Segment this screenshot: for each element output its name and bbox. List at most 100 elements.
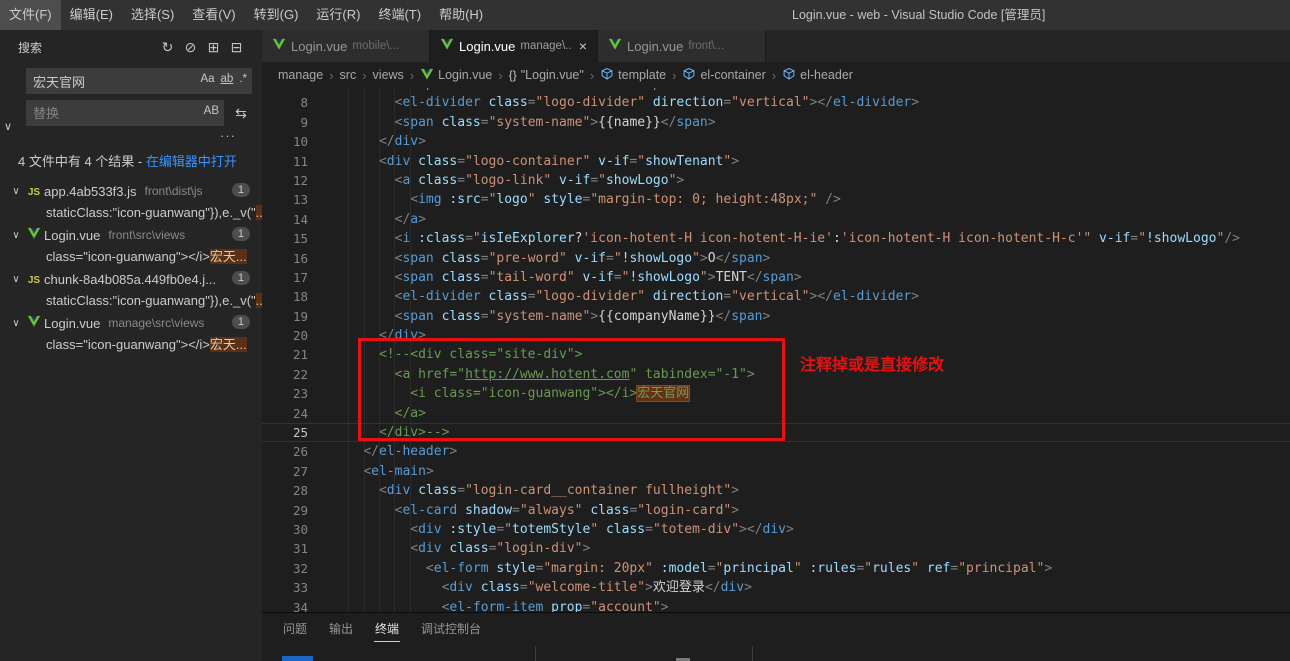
code-line-34[interactable]: 34 <el-form-item prop="account"> xyxy=(262,598,1290,612)
replace-all-icon[interactable]: ⇆ xyxy=(230,105,252,122)
regex-icon[interactable]: .* xyxy=(239,73,247,85)
result-file-row[interactable]: ∨JSapp.4ab533f3.jsfront\dist\js1 xyxy=(0,180,262,202)
code-line-12[interactable]: 12 <a class="logo-link" v-if="showLogo"> xyxy=(262,171,1290,190)
result-match-row[interactable]: staticClass:"icon-guanwang"}),e._v("... xyxy=(0,290,262,312)
panel-tab-bar: 问题输出终端调试控制台 xyxy=(262,613,1290,642)
indent-guide xyxy=(364,88,365,612)
result-file-row[interactable]: ∨JSchunk-8a4b085a.449fb0e4.j...1 xyxy=(0,268,262,290)
result-file-name: app.4ab533f3.js xyxy=(44,184,137,199)
menu-item-6[interactable]: 终端(T) xyxy=(369,0,430,30)
vue-icon xyxy=(420,67,434,84)
breadcrumb-item-2[interactable]: views xyxy=(373,68,404,82)
code-line-8[interactable]: 8 <el-divider class="logo-divider" direc… xyxy=(262,93,1290,112)
code-line-28[interactable]: 28 <div class="login-card__container ful… xyxy=(262,481,1290,500)
breadcrumb-item-4[interactable]: {}"Login.vue" xyxy=(509,68,584,82)
more-actions-icon[interactable]: ··· xyxy=(26,126,252,143)
code-line-15[interactable]: 15 <i :class="isIeExplorer?'icon-hotent-… xyxy=(262,229,1290,248)
code-line-25[interactable]: 25 </div>--> xyxy=(262,423,1290,442)
result-match-row[interactable]: class="icon-guanwang"></i>宏天... xyxy=(0,246,262,268)
menu-item-3[interactable]: 查看(V) xyxy=(183,0,244,30)
result-count-badge: 1 xyxy=(232,315,250,329)
result-match-row[interactable]: staticClass:"icon-guanwang"}),e._v("... xyxy=(0,202,262,224)
breadcrumb-item-0[interactable]: manage xyxy=(278,68,323,82)
tab-title: Login.vue xyxy=(291,39,347,54)
breadcrumb-item-5[interactable]: template xyxy=(600,67,666,84)
preserve-case-icon[interactable]: AB xyxy=(204,105,219,117)
terminal-blue-block xyxy=(282,656,313,661)
code-line-20[interactable]: 20 </div> xyxy=(262,326,1290,345)
open-new-search-editor-icon[interactable]: ⊞ xyxy=(202,39,225,56)
menu-item-1[interactable]: 编辑(E) xyxy=(61,0,122,30)
menu-item-4[interactable]: 转到(G) xyxy=(245,0,308,30)
editor-tab-2[interactable]: Login.vuefront\... xyxy=(598,30,766,62)
menu-item-5[interactable]: 运行(R) xyxy=(307,0,369,30)
vue-icon xyxy=(440,37,454,56)
match-case-icon[interactable]: Aa xyxy=(200,73,214,85)
menu-item-2[interactable]: 选择(S) xyxy=(122,0,183,30)
breadcrumb-item-6[interactable]: el-container xyxy=(682,67,765,84)
line-number: 20 xyxy=(262,326,308,345)
code-line-22[interactable]: 22 <a href="http://www.hotent.com" tabin… xyxy=(262,365,1290,384)
chevron-down-icon[interactable]: ∨ xyxy=(8,186,24,197)
result-file-row[interactable]: ∨Login.vuefront\src\views1 xyxy=(0,224,262,246)
line-number: 22 xyxy=(262,365,308,384)
code-line-31[interactable]: 31 <div class="login-div"> xyxy=(262,539,1290,558)
panel-tab-1[interactable]: 输出 xyxy=(328,613,354,642)
whole-word-icon[interactable]: ab xyxy=(221,73,234,85)
refresh-icon[interactable]: ↻ xyxy=(156,39,179,56)
code-line-30[interactable]: 30 <div :style="totemStyle" class="totem… xyxy=(262,520,1290,539)
editor-tab-1[interactable]: Login.vuemanage\...× xyxy=(430,30,598,62)
code-line-17[interactable]: 17 <span class="tail-word" v-if="!showLo… xyxy=(262,268,1290,287)
replace-input[interactable] xyxy=(26,100,224,126)
indent-guide xyxy=(348,88,349,612)
symbol-braces-icon: {} xyxy=(509,68,517,82)
code-line-24[interactable]: 24 </a> xyxy=(262,404,1290,423)
code-line-21[interactable]: 21 <!--<div class="site-div"> xyxy=(262,345,1290,364)
code-line-11[interactable]: 11 <div class="logo-container" v-if="sho… xyxy=(262,152,1290,171)
panel-tab-2[interactable]: 终端 xyxy=(374,613,400,642)
panel-tab-0[interactable]: 问题 xyxy=(282,613,308,642)
chevron-down-icon[interactable]: ∨ xyxy=(8,318,24,329)
clear-search-results-icon[interactable]: ⊘ xyxy=(179,39,202,56)
line-number: 9 xyxy=(262,113,308,132)
editor-tab-0[interactable]: Login.vuemobile\... xyxy=(262,30,430,62)
chevron-down-icon[interactable]: ∨ xyxy=(8,274,24,285)
result-match-row[interactable]: class="icon-guanwang"></i>宏天... xyxy=(0,334,262,356)
result-file-name: Login.vue xyxy=(44,228,100,243)
code-line-18[interactable]: 18 <el-divider class="logo-divider" dire… xyxy=(262,287,1290,306)
close-icon[interactable]: × xyxy=(577,38,589,54)
panel-tab-3[interactable]: 调试控制台 xyxy=(420,613,482,642)
collapse-all-icon[interactable]: ⊟ xyxy=(225,39,248,56)
menu-item-0[interactable]: 文件(F) xyxy=(0,0,61,30)
line-number: 32 xyxy=(262,559,308,578)
code-line-27[interactable]: 27 <el-main> xyxy=(262,462,1290,481)
line-number: 18 xyxy=(262,287,308,306)
vue-icon xyxy=(608,37,622,56)
code-line-29[interactable]: 29 <el-card shadow="always" class="login… xyxy=(262,501,1290,520)
code-line-32[interactable]: 32 <el-form style="margin: 20px" :model=… xyxy=(262,559,1290,578)
breadcrumb-item-7[interactable]: el-header xyxy=(782,67,853,84)
chevron-down-icon[interactable]: ∨ xyxy=(8,230,24,241)
breadcrumb-item-3[interactable]: Login.vue xyxy=(420,67,492,84)
breadcrumb-item-1[interactable]: src xyxy=(340,68,357,82)
code-line-26[interactable]: 26 </el-header> xyxy=(262,442,1290,461)
code-line-16[interactable]: 16 <span class="pre-word" v-if="!showLog… xyxy=(262,249,1290,268)
code-line-14[interactable]: 14 </a> xyxy=(262,210,1290,229)
toggle-replace-icon[interactable]: ∨ xyxy=(4,120,12,133)
search-inputs: Aa ab .* AB ⇆ ··· xyxy=(26,68,252,143)
code-line-10[interactable]: 10 </div> xyxy=(262,132,1290,151)
code-line-33[interactable]: 33 <div class="welcome-title">欢迎登录</div> xyxy=(262,578,1290,597)
code-line-9[interactable]: 9 <span class="system-name">{{name}}</sp… xyxy=(262,113,1290,132)
code-editor[interactable]: 7 <span class="tail-word">TENT</span>8 <… xyxy=(262,88,1290,612)
indent-guide xyxy=(410,88,411,612)
menu-item-7[interactable]: 帮助(H) xyxy=(430,0,492,30)
open-in-editor-link[interactable]: 在编辑器中打开 xyxy=(146,154,237,169)
code-line-23[interactable]: 23 <i class="icon-guanwang"></i>宏天官网 xyxy=(262,384,1290,403)
search-sidebar: 搜索 ↻⊘⊞⊟ ∨ Aa ab .* AB ⇆ ··· xyxy=(0,30,262,661)
code-line-13[interactable]: 13 <img :src="logo" style="margin-top: 0… xyxy=(262,190,1290,209)
result-file-path: front\src\views xyxy=(108,228,185,242)
vue-icon xyxy=(272,37,286,56)
search-panel-title: 搜索 xyxy=(18,39,156,56)
code-line-19[interactable]: 19 <span class="system-name">{{companyNa… xyxy=(262,307,1290,326)
result-file-row[interactable]: ∨Login.vuemanage\src\views1 xyxy=(0,312,262,334)
